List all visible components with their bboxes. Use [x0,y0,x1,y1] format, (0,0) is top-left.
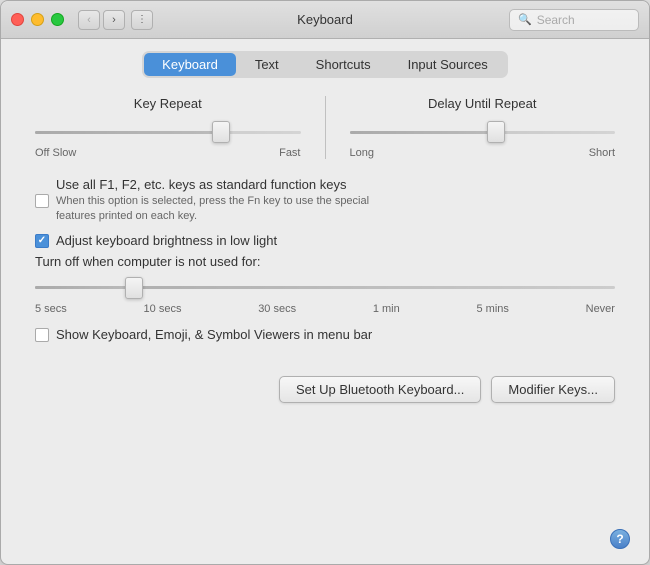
time-slider-track [35,286,615,289]
search-input[interactable] [537,13,630,27]
time-label-3: 1 min [373,303,400,315]
maximize-button[interactable] [51,13,64,26]
option1-sublabel: When this option is selected, press the … [56,194,369,225]
key-repeat-right-label: Fast [279,147,300,159]
time-slider-thumb[interactable] [125,277,143,299]
search-box[interactable]: 🔍 [509,9,639,31]
delay-repeat-right-label: Short [589,147,615,159]
key-repeat-labels: Off Slow Fast [35,147,301,159]
delay-repeat-group: Delay Until Repeat Long Short [350,96,616,159]
option1-label: Use all F1, F2, etc. keys as standard fu… [56,177,369,192]
time-slider-container [35,277,615,299]
brightness-label-row: Adjust keyboard brightness in low light [35,233,615,248]
content-area: Keyboard Text Shortcuts Input Sources Ke… [1,39,649,564]
forward-button[interactable]: › [103,10,125,30]
key-repeat-slider-container [35,121,301,143]
key-repeat-thumb[interactable] [212,121,230,143]
option1-checkbox-wrap[interactable]: Use all F1, F2, etc. keys as standard fu… [35,177,369,225]
option3-checkbox[interactable] [35,328,49,342]
window-controls [11,13,64,26]
bluetooth-keyboard-button[interactable]: Set Up Bluetooth Keyboard... [279,376,481,403]
delay-repeat-fill [350,131,496,134]
option1-checkbox[interactable] [35,194,49,208]
sliders-divider [325,96,326,159]
time-label-4: 5 mins [476,303,508,315]
settings-panel: Key Repeat Off Slow Fast Delay [35,96,615,403]
tab-text[interactable]: Text [237,53,297,76]
key-repeat-left-label: Off Slow [35,147,76,159]
titlebar: ‹ › ⋮ Keyboard 🔍 [1,1,649,39]
tab-shortcuts[interactable]: Shortcuts [298,53,389,76]
time-label-1: 10 secs [144,303,182,315]
search-icon: 🔍 [518,13,532,26]
time-slider-fill [35,286,134,289]
time-label-0: 5 secs [35,303,67,315]
option1-text-block: Use all F1, F2, etc. keys as standard fu… [56,177,369,225]
option2-checkbox[interactable] [35,234,49,248]
brightness-section: Adjust keyboard brightness in low light … [35,233,615,315]
keyboard-window: ‹ › ⋮ Keyboard 🔍 Keyboard Text Shortcuts… [0,0,650,565]
back-button[interactable]: ‹ [78,10,100,30]
delay-repeat-thumb[interactable] [487,121,505,143]
window-title: Keyboard [297,12,353,27]
key-repeat-title: Key Repeat [35,96,301,111]
option3-row[interactable]: Show Keyboard, Emoji, & Symbol Viewers i… [35,327,615,342]
modifier-keys-button[interactable]: Modifier Keys... [491,376,615,403]
option3-label: Show Keyboard, Emoji, & Symbol Viewers i… [56,327,372,342]
option1-row: Use all F1, F2, etc. keys as standard fu… [35,177,615,225]
key-repeat-fill [35,131,221,134]
key-repeat-group: Key Repeat Off Slow Fast [35,96,301,159]
sliders-row: Key Repeat Off Slow Fast Delay [35,96,615,159]
delay-repeat-left-label: Long [350,147,374,159]
minimize-button[interactable] [31,13,44,26]
bottom-buttons: Set Up Bluetooth Keyboard... Modifier Ke… [35,362,615,403]
close-button[interactable] [11,13,24,26]
tab-bar: Keyboard Text Shortcuts Input Sources [142,51,508,78]
delay-repeat-title: Delay Until Repeat [350,96,616,111]
delay-repeat-labels: Long Short [350,147,616,159]
key-repeat-track [35,131,301,134]
option2-label: Adjust keyboard brightness in low light [56,233,277,248]
time-label-2: 30 secs [258,303,296,315]
time-labels: 5 secs 10 secs 30 secs 1 min 5 mins Neve… [35,303,615,315]
turnoff-label: Turn off when computer is not used for: [35,254,615,269]
grid-button[interactable]: ⋮ [131,10,153,30]
option2-checkbox-wrap[interactable]: Adjust keyboard brightness in low light [35,233,277,248]
delay-repeat-slider-container [350,121,616,143]
tab-keyboard[interactable]: Keyboard [144,53,236,76]
time-label-5: Never [586,303,615,315]
delay-repeat-track [350,131,616,134]
tab-input-sources[interactable]: Input Sources [390,53,506,76]
help-button[interactable]: ? [610,529,630,549]
nav-arrows: ‹ › [78,10,125,30]
